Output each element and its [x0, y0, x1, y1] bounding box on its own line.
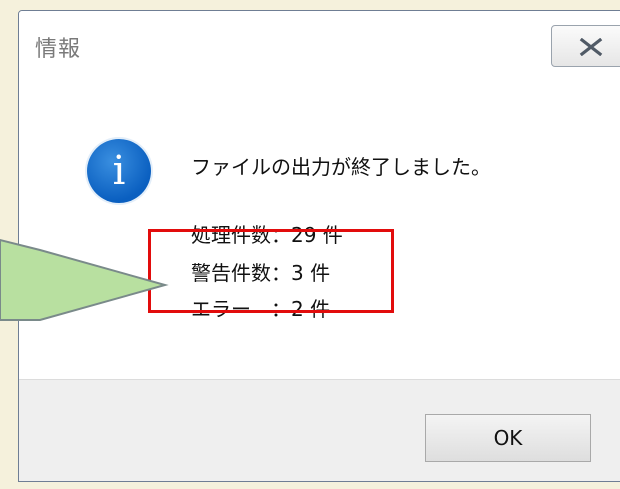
- info-icon: i: [87, 139, 151, 203]
- close-icon: [579, 38, 603, 56]
- dialog-title: 情報: [35, 37, 82, 62]
- message-text: ファイルの出力が終了しました。: [191, 155, 491, 179]
- ok-button[interactable]: OK: [425, 414, 591, 462]
- highlight-box: [148, 229, 394, 313]
- dialog-footer: OK: [19, 379, 620, 481]
- title-bar: 情報: [19, 11, 620, 79]
- close-button[interactable]: [551, 25, 620, 67]
